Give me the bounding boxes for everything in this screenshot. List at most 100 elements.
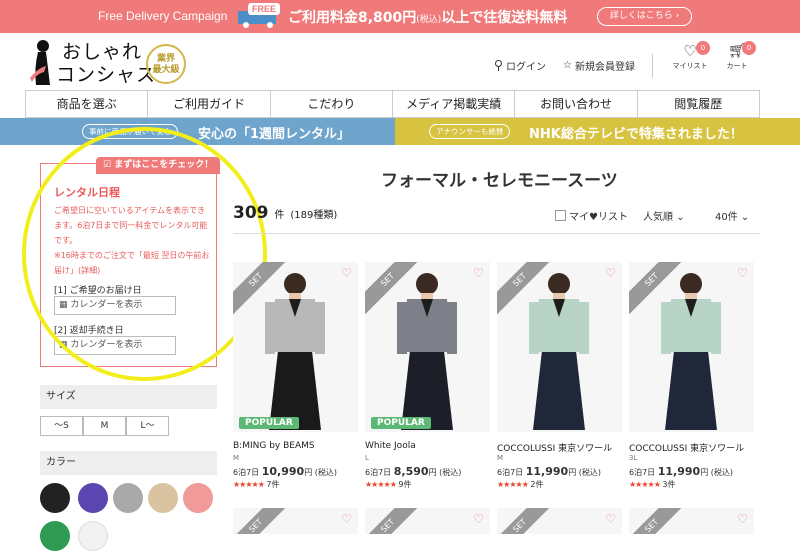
product-price: 6泊7日 10,990円 (税込)	[233, 465, 337, 478]
global-nav: 商品を選ぶ ご利用ガイド こだわり メディア掲載実績 お問い合わせ 閲覧履歴	[25, 90, 760, 118]
product-size: L	[365, 454, 369, 462]
results-divider	[233, 233, 760, 234]
rating-stars-icon: ★★★★★	[629, 480, 661, 489]
nav-media[interactable]: メディア掲載実績	[391, 91, 514, 117]
product-brand[interactable]: White Joola	[365, 441, 416, 451]
mylist-filter-checkbox[interactable]: マイ♥リスト	[555, 208, 628, 223]
checkbox-icon: ☑	[103, 160, 112, 170]
product-size: M	[497, 454, 504, 462]
nhk-feature-band[interactable]: アナウンサーも絶賛 NHK総合テレビで特集されました！	[395, 118, 800, 145]
cart-button[interactable]: 🛒︎ カート 0	[722, 41, 756, 71]
color-swatch-gray[interactable]	[113, 483, 143, 513]
one-week-rental-band[interactable]: 事前に商品が届いて安心 安心の「1週間レンタル」	[0, 118, 395, 145]
product-card[interactable]: SET ♡ COCCOLUSSI 東京ソワール M 6泊7日 11,990円 (税込) ★…	[497, 262, 622, 492]
product-brand[interactable]: COCCOLUSSI 東京ソワール	[497, 441, 612, 454]
filter-checkbox[interactable]	[555, 210, 566, 221]
band-left-text: 安心の「1週間レンタル」	[198, 127, 351, 142]
rental-schedule-description: ご希望日に空いているアイテムを表示できます。6泊7日まで同一料金でレンタル可能で…	[54, 206, 210, 275]
return-date-calendar-input[interactable]: ▦ カレンダーを表示	[54, 336, 176, 355]
rating-stars-icon: ★★★★★	[233, 480, 265, 489]
site-header: おしゃれ コンシャス 業界 最大級 ログイン ☆ 新規会員登録 ♡ マイリスト 0…	[0, 33, 800, 90]
product-card[interactable]: SET ♡ POPULAR B:MING by BEAMS M 6泊7日 10,990円 …	[233, 262, 358, 492]
nav-history[interactable]: 閲覧履歴	[636, 91, 760, 117]
free-tag: FREE	[248, 3, 281, 15]
cart-count-badge: 0	[742, 41, 756, 55]
nav-contact[interactable]: お問い合わせ	[514, 91, 636, 117]
product-image[interactable]: SET ♡	[497, 262, 622, 432]
popular-badge: POPULAR	[371, 417, 431, 429]
favorite-heart-icon[interactable]: ♡	[605, 512, 616, 526]
campaign-label: Free Delivery Campaign	[98, 9, 228, 23]
color-swatch-black[interactable]	[40, 483, 70, 513]
mylist-count-badge: 0	[696, 41, 710, 55]
favorite-heart-icon[interactable]: ♡	[737, 512, 748, 526]
free-shipping-message: ご利用料金8,800円(税込)以上で往復送料無料	[288, 10, 568, 26]
size-small-button[interactable]: 〜S	[40, 416, 83, 436]
delivery-date-label: [1] ご希望のお届け日	[54, 286, 142, 296]
favorite-heart-icon[interactable]: ♡	[341, 266, 352, 280]
rental-schedule-title: レンタル日程	[54, 186, 120, 199]
product-brand[interactable]: COCCOLUSSI 東京ソワール	[629, 441, 744, 454]
product-price: 6泊7日 11,990円 (税込)	[629, 465, 733, 478]
color-facet-title: カラー	[40, 451, 217, 475]
product-rating: ★★★★★ 3件	[629, 480, 676, 489]
sort-order-select[interactable]: 人気順 ⌄	[643, 208, 685, 223]
mylist-button[interactable]: ♡ マイリスト 0	[672, 41, 710, 71]
product-size: 3L	[629, 454, 638, 462]
nav-usage-guide[interactable]: ご利用ガイド	[147, 91, 269, 117]
product-card[interactable]: SET ♡ COCCOLUSSI 東京ソワール 3L 6泊7日 11,990円 (税込)…	[629, 262, 754, 492]
product-rating: ★★★★★ 9件	[365, 480, 412, 489]
color-swatch-pink[interactable]	[183, 483, 213, 513]
product-price: 6泊7日 8,590円 (税込)	[365, 465, 462, 478]
favorite-heart-icon[interactable]: ♡	[737, 266, 748, 280]
delivery-date-calendar-input[interactable]: ▦ カレンダーを表示	[54, 296, 176, 315]
rating-stars-icon: ★★★★★	[365, 480, 397, 489]
size-facet-title: サイズ	[40, 385, 217, 409]
product-image[interactable]: SET ♡	[629, 262, 754, 432]
key-icon	[495, 60, 502, 71]
calendar-icon: ▦	[59, 300, 68, 310]
favorite-heart-icon[interactable]: ♡	[605, 266, 616, 280]
campaign-details-button[interactable]: 詳しくはこちら ›	[597, 7, 692, 26]
chevron-down-icon: ⌄	[676, 212, 685, 223]
product-image[interactable]: SET ♡ POPULAR	[233, 262, 358, 432]
band-left-pill: 事前に商品が届いて安心	[82, 124, 179, 139]
nav-choose-products[interactable]: 商品を選ぶ	[25, 91, 147, 117]
register-link[interactable]: ☆ 新規会員登録	[563, 58, 635, 73]
category-title: フォーマル・セレモニースーツ	[381, 171, 618, 191]
rating-stars-icon: ★★★★★	[497, 480, 529, 489]
logo-text-line2[interactable]: コンシャス	[56, 60, 156, 87]
result-count: 309 件 (189種類)	[233, 203, 338, 223]
color-swatch-purple[interactable]	[78, 483, 108, 513]
band-right-pill: アナウンサーも絶賛	[429, 124, 511, 139]
calendar-icon: ▦	[59, 340, 68, 350]
star-icon: ☆	[563, 60, 572, 71]
color-swatch-green[interactable]	[40, 521, 70, 551]
per-page-select[interactable]: 40件 ⌄	[715, 208, 749, 223]
industry-largest-badge: 業界 最大級	[146, 44, 186, 84]
nav-commitment[interactable]: こだわり	[269, 91, 392, 117]
product-card[interactable]: SET ♡ POPULAR White Joola L 6泊7日 8,590円 (税込) ★…	[365, 262, 490, 492]
login-link[interactable]: ログイン	[494, 58, 546, 73]
chevron-down-icon: ⌄	[740, 212, 750, 223]
top-campaign-banner: Free Delivery Campaign FREE ご利用料金8,800円(…	[0, 0, 800, 33]
product-card-peek[interactable]: SET ♡	[629, 508, 754, 534]
size-large-button[interactable]: L〜	[126, 416, 169, 436]
color-swatch-beige[interactable]	[148, 483, 178, 513]
product-card-peek[interactable]: SET ♡	[365, 508, 490, 534]
product-card-peek[interactable]: SET ♡	[497, 508, 622, 534]
return-date-label: [2] 返却手続き日	[54, 326, 124, 336]
band-right-text: NHK総合テレビで特集されました！	[529, 127, 743, 142]
logo-woman-silhouette-icon[interactable]	[24, 38, 60, 86]
favorite-heart-icon[interactable]: ♡	[473, 266, 484, 280]
favorite-heart-icon[interactable]: ♡	[341, 512, 352, 526]
favorite-heart-icon[interactable]: ♡	[473, 512, 484, 526]
color-swatch-white[interactable]	[78, 521, 108, 551]
product-price: 6泊7日 11,990円 (税込)	[497, 465, 601, 478]
product-card-peek[interactable]: SET ♡	[233, 508, 358, 534]
size-medium-button[interactable]: M	[83, 416, 126, 436]
product-brand[interactable]: B:MING by BEAMS	[233, 441, 315, 451]
product-rating: ★★★★★ 2件	[497, 480, 544, 489]
header-divider	[652, 54, 653, 78]
product-image[interactable]: SET ♡ POPULAR	[365, 262, 490, 432]
